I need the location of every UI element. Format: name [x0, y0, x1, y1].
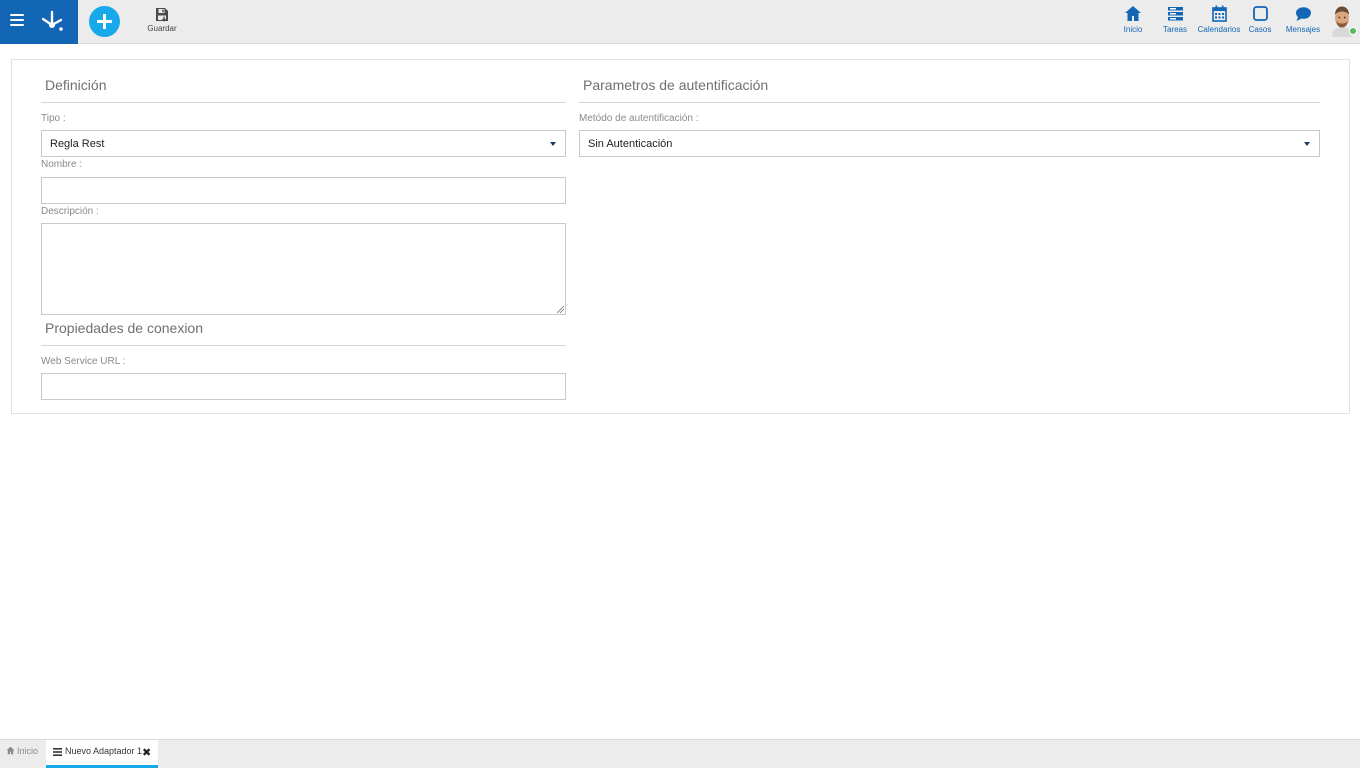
cases-icon: [1252, 6, 1268, 21]
nav-casos-label: Casos: [1248, 25, 1272, 34]
nombre-label: Nombre :: [41, 159, 83, 170]
descripcion-label: Descripción :: [41, 206, 99, 217]
tab-nuevo-adaptador[interactable]: Nuevo Adaptador 1 ✖: [46, 740, 158, 768]
metodo-select[interactable]: Sin Autenticación: [579, 130, 1320, 157]
nav-calendarios[interactable]: Calendarios: [1197, 5, 1241, 39]
tasks-icon: [1167, 7, 1183, 21]
section-title-definicion: Definición: [45, 77, 107, 93]
tab-bar: Inicio Nuevo Adaptador 1 ✖: [0, 739, 1360, 768]
nav-inicio-label: Inicio: [1123, 25, 1143, 34]
descripcion-textarea[interactable]: [41, 223, 566, 315]
messages-icon: [1295, 7, 1311, 21]
top-bar: Guardar Inicio Tareas Calendarios Casos …: [0, 0, 1360, 44]
tab-inicio-label: Inicio: [17, 746, 39, 756]
nombre-input[interactable]: [41, 177, 566, 204]
adapter-form-panel: Definición Tipo : Regla Rest Nombre : De…: [11, 59, 1350, 414]
tipo-label: Tipo :: [41, 113, 66, 124]
web-service-url-input[interactable]: [41, 373, 566, 400]
section-divider: [41, 345, 566, 346]
nav-mensajes[interactable]: Mensajes: [1285, 5, 1321, 39]
online-status-dot: [1349, 27, 1357, 35]
tipo-select[interactable]: Regla Rest: [41, 130, 566, 157]
tab-nuevo-adaptador-label: Nuevo Adaptador 1: [65, 746, 143, 756]
calendar-icon: [1211, 5, 1227, 22]
chevron-down-icon: [1304, 142, 1310, 146]
save-label: Guardar: [147, 24, 177, 33]
chevron-down-icon: [550, 142, 556, 146]
resize-handle-icon[interactable]: [557, 306, 564, 313]
save-button[interactable]: Guardar: [144, 7, 180, 39]
menu-icon[interactable]: [10, 14, 24, 28]
nav-casos[interactable]: Casos: [1248, 5, 1272, 39]
metodo-label: Metódo de autentificación :: [579, 113, 699, 124]
nav-inicio[interactable]: Inicio: [1120, 5, 1146, 39]
add-button[interactable]: [89, 6, 120, 37]
home-icon: [6, 746, 15, 755]
close-icon[interactable]: ✖: [142, 746, 151, 759]
section-title-conexion: Propiedades de conexion: [45, 320, 204, 336]
nav-tareas-label: Tareas: [1162, 25, 1187, 34]
save-icon: [156, 8, 168, 22]
plus-icon: [97, 14, 112, 29]
list-icon: [53, 748, 62, 756]
tipo-select-value: Regla Rest: [50, 138, 105, 150]
tab-inicio[interactable]: Inicio: [6, 746, 38, 756]
nav-calendarios-label: Calendarios: [1197, 25, 1241, 34]
home-icon: [1125, 6, 1141, 21]
metodo-select-value: Sin Autenticación: [588, 138, 673, 150]
nav-tareas[interactable]: Tareas: [1161, 5, 1189, 39]
url-label: Web Service URL :: [41, 356, 126, 367]
logo-icon[interactable]: [39, 8, 65, 34]
section-divider: [579, 102, 1320, 103]
nav-mensajes-label: Mensajes: [1285, 25, 1321, 34]
brand-area: [0, 0, 78, 44]
section-divider: [41, 102, 566, 103]
section-title-autenticacion: Parametros de autentificación: [583, 77, 769, 93]
